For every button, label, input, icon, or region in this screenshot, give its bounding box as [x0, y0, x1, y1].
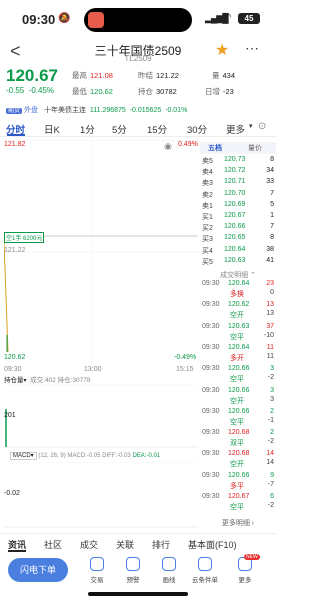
chart-grid	[4, 140, 198, 362]
trade-icon	[90, 557, 104, 571]
draw-line-icon	[162, 557, 176, 571]
battery-icon: 45	[238, 13, 260, 24]
dropdown-icon[interactable]: ▾	[249, 122, 253, 130]
volume-chart	[4, 384, 198, 448]
order-book-row: 卖4 120.72 34	[202, 167, 274, 177]
info-tab-underline	[8, 550, 26, 552]
contract-code: TL2509	[124, 54, 152, 63]
macd-axis-label: -0.02	[4, 490, 20, 497]
period-tabs: 分时 日K 1分 5分 15分 30分 更多 ▾ ⊙	[0, 119, 276, 137]
related-ticker[interactable]: 期货 外盘 十年美债主连 111.296875 -0.015625 -0.01%	[6, 105, 187, 115]
tab-ranking[interactable]: 排行	[152, 538, 170, 551]
time-start: 09:30	[4, 366, 22, 373]
chart-mid-price: 121.22	[4, 247, 26, 254]
trade-row: 09:30 120.66 3 空平 -2	[202, 365, 274, 384]
tab-five-levels[interactable]: 五档	[208, 143, 222, 153]
tab-15min[interactable]: 15分	[147, 122, 167, 136]
eye-icon[interactable]: ◉	[164, 141, 172, 152]
cloud-order-icon	[198, 557, 212, 571]
trade-row: 09:30 120.67 6 空平 -2	[202, 493, 274, 511]
trade-row: 09:30 120.68 2 双平 -2	[202, 429, 274, 448]
trade-row: 09:30 120.64 11 多开 11	[202, 343, 274, 362]
order-book-panel: 五档 量价 卖5 120.73 8 卖4 120.72 34 卖3 120.71 33 卖2 120…	[200, 140, 276, 560]
chart-bottom-pct: -0.49%	[174, 354, 197, 361]
quote-open-interest: 持仓 30782	[138, 87, 177, 96]
order-book-row: 卖2 120.70 7	[202, 189, 274, 199]
time-end: 15:15	[176, 366, 194, 373]
trade-row: 09:30 120.66 9 多平 -7	[202, 471, 274, 490]
status-bar: 09:30 🔕 ▂▄▆█ ◠ 45	[0, 0, 276, 38]
quote-daily-change: 日增 -23	[205, 87, 234, 96]
order-book-row: 卖1 120.69 5	[202, 200, 274, 210]
alert-button[interactable]: 预警	[118, 557, 148, 584]
quote-low: 最低 120.62	[72, 87, 113, 96]
chart-bottom-price: 120.62	[4, 354, 26, 361]
quote-volume: 量 434	[212, 71, 236, 80]
chart-top-pct: 0.49%	[178, 141, 198, 148]
macd-chart	[4, 462, 198, 528]
tab-1min[interactable]: 1分	[80, 122, 95, 136]
quote-prev: 昨结 121.22	[138, 71, 179, 80]
alert-icon	[126, 557, 140, 571]
settings-icon[interactable]: ⊙	[258, 121, 266, 132]
order-book-row: 买1 120.67 1	[202, 212, 274, 221]
tab-daily-k[interactable]: 日K	[44, 122, 60, 136]
tab-more[interactable]: 更多	[226, 122, 245, 136]
macd-header: MACD▾ (12, 26, 9) MACD:-0.05 DIFF:-0.03 …	[10, 452, 160, 460]
flash-order-button[interactable]: 闪电下单	[8, 558, 68, 582]
volume-header: 持仓量▾ 成交:402 持仓:30778	[4, 377, 91, 384]
order-book-row: 买2 120.66 7	[202, 223, 274, 233]
trade-button[interactable]: 交易	[82, 557, 112, 584]
order-book-row: 买4 120.64 38	[202, 245, 274, 255]
dynamic-island	[84, 8, 192, 32]
time-mid: 13:00	[84, 366, 102, 373]
tab-30min[interactable]: 30分	[187, 122, 207, 136]
tab-related[interactable]: 关联	[116, 538, 134, 551]
more-detail-link[interactable]: 更多明细 ›	[200, 518, 276, 528]
price-change: -0.55 -0.45%	[6, 86, 55, 95]
info-tabs: 资讯 社区 成交 关联 排行 基本面(F10)	[0, 533, 276, 552]
status-time: 09:30	[22, 12, 56, 27]
tab-trades[interactable]: 成交	[80, 538, 98, 551]
last-price: 120.67	[6, 66, 58, 85]
app-icon	[88, 12, 104, 28]
trade-row: 09:30 120.68 14 空开 14	[202, 450, 274, 469]
mute-bell-icon: 🔕	[58, 13, 71, 24]
tab-volume-price[interactable]: 量价	[248, 143, 262, 153]
trade-row: 09:30 120.64 23 多换 0	[202, 280, 274, 298]
tab-fundamentals[interactable]: 基本面(F10)	[188, 538, 237, 551]
trade-row: 09:30 120.62 13 空开 13	[202, 301, 274, 320]
trade-row: 09:30 120.63 37 空平 -10	[202, 322, 274, 341]
order-book-row: 买3 120.65 8	[202, 234, 274, 244]
cursor-tag: 空1手 6200元	[4, 232, 45, 243]
timeshare-chart[interactable]: 121.82 ◉ 0.49% 空1手 6200元 121.22 120.62 -…	[4, 140, 198, 362]
volume-indicator-select[interactable]: 持仓量	[4, 377, 24, 384]
trade-row: 09:30 120.66 2 空平 -1	[202, 407, 274, 426]
favorite-star-icon[interactable]: ★	[215, 40, 229, 60]
home-indicator	[88, 592, 188, 596]
order-book-row: 卖3 120.71 33	[202, 178, 274, 188]
active-tab-underline	[7, 134, 25, 136]
order-book-row: 买5 120.63 41	[202, 256, 274, 266]
tab-5min[interactable]: 5分	[112, 122, 127, 136]
quote-high: 最高 121.08	[72, 71, 113, 80]
more-options-icon[interactable]: ⋯	[245, 40, 259, 57]
cloud-order-button[interactable]: 云条件单	[190, 557, 220, 584]
order-book-row: 卖5 120.73 8	[202, 156, 274, 165]
tab-community[interactable]: 社区	[44, 538, 62, 551]
macd-indicator-select[interactable]: MACD▾	[10, 452, 37, 460]
order-book-tabs: 五档 量价	[200, 142, 276, 154]
wifi-icon: ◠	[223, 12, 232, 23]
trade-row: 09:30 120.66 3 空开 3	[202, 386, 274, 405]
volume-axis-label: 201	[4, 412, 16, 419]
draw-line-button[interactable]: 画线	[154, 557, 184, 584]
trade-detail-toggle[interactable]: 成交明细 ⌃	[200, 270, 276, 280]
more-button[interactable]: 更多	[230, 557, 260, 584]
chart-top-price: 121.82	[4, 141, 26, 148]
new-badge: NEW	[244, 554, 260, 560]
